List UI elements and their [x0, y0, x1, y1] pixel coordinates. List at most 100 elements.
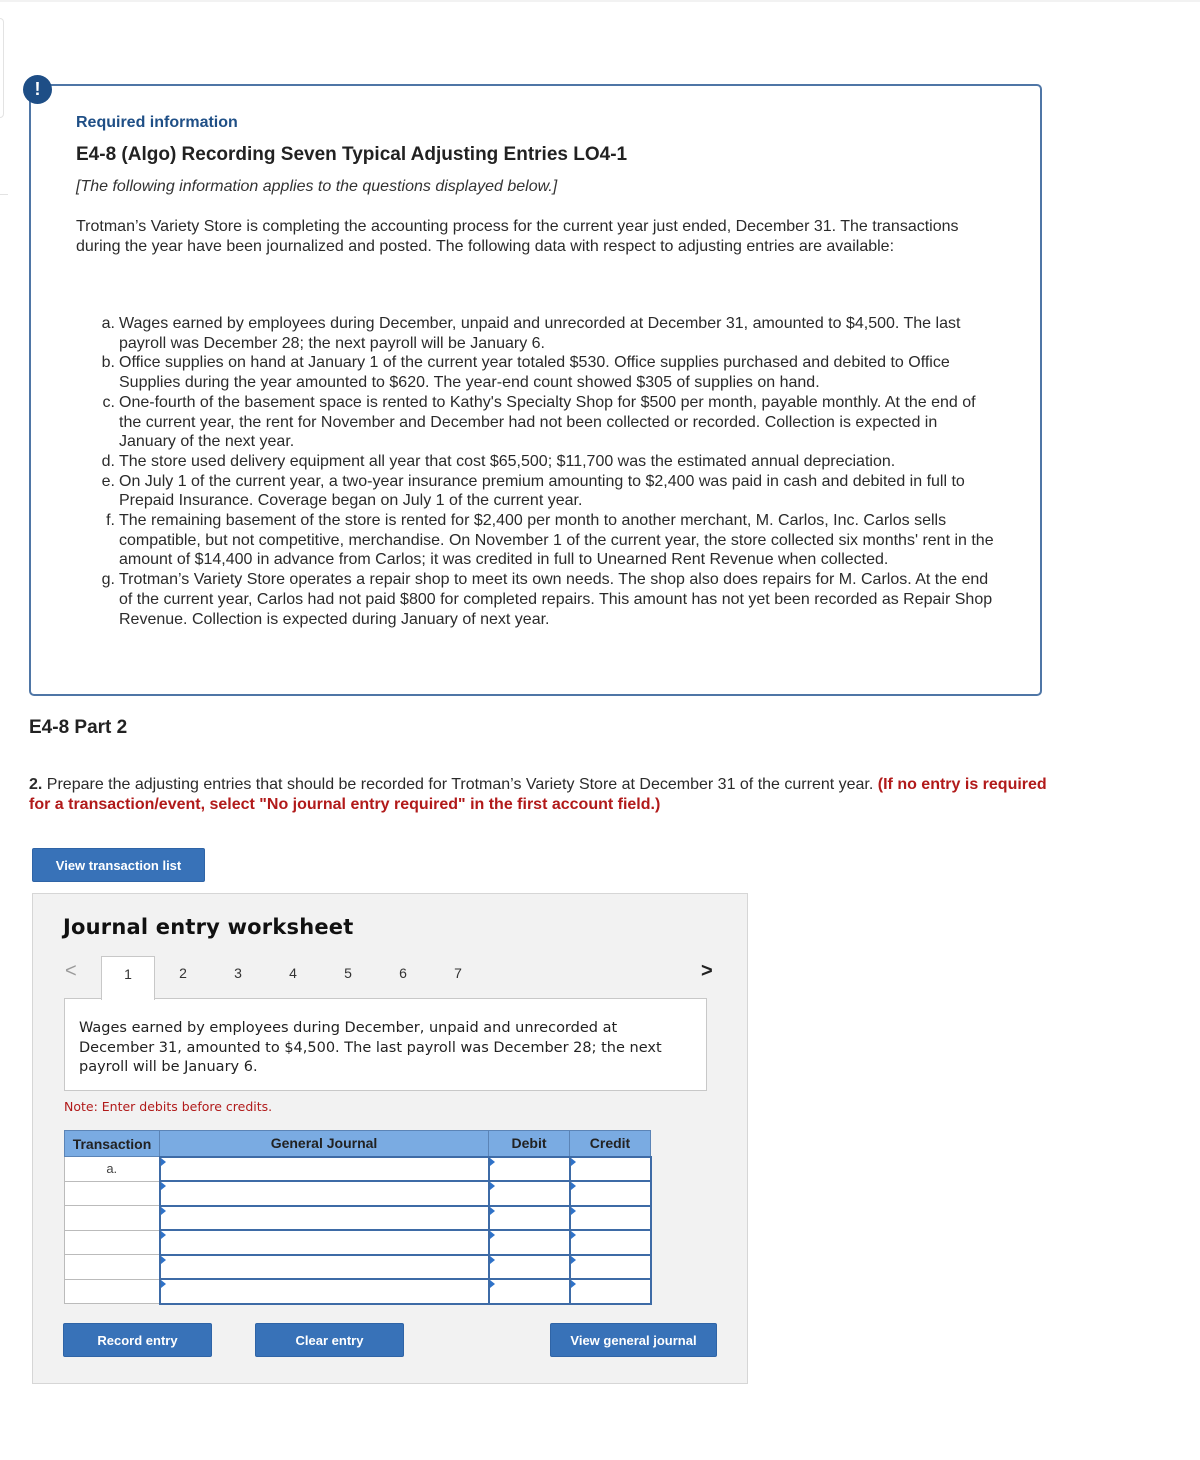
- item-text: Trotman’s Variety Store operates a repai…: [119, 571, 993, 628]
- account-input[interactable]: [158, 1180, 490, 1207]
- tab-6[interactable]: 6: [376, 956, 430, 999]
- table-row: a.: [64, 1155, 652, 1182]
- list-item: g. Trotman’s Variety Store operates a rep…: [101, 570, 996, 629]
- credit-field[interactable]: [570, 1280, 650, 1303]
- credit-input[interactable]: [568, 1155, 652, 1182]
- question-prompt: 2. Prepare the adjusting entries that sh…: [29, 775, 1049, 815]
- chevron-left-icon[interactable]: <: [65, 960, 77, 983]
- exclamation-glyph: !: [34, 79, 41, 99]
- side-panel-edge: [0, 18, 4, 118]
- debit-input[interactable]: [487, 1204, 571, 1231]
- transaction-cell: [64, 1180, 160, 1206]
- account-field[interactable]: [160, 1255, 488, 1278]
- debit-input[interactable]: [487, 1229, 571, 1256]
- transaction-cell: [64, 1278, 160, 1304]
- credit-field[interactable]: [570, 1255, 650, 1278]
- debit-field[interactable]: [489, 1231, 569, 1254]
- chevron-right-icon[interactable]: >: [701, 960, 713, 983]
- item-text: The store used delivery equipment all ye…: [119, 452, 896, 470]
- header-transaction: Transaction: [64, 1130, 160, 1157]
- account-input[interactable]: [158, 1253, 490, 1280]
- worksheet-title: Journal entry worksheet: [63, 915, 354, 939]
- debit-field[interactable]: [489, 1206, 569, 1229]
- debit-input[interactable]: [487, 1253, 571, 1280]
- item-text: Office supplies on hand at January 1 of …: [119, 354, 950, 392]
- item-label: e.: [101, 472, 115, 490]
- item-text: On July 1 of the current year, a two-yea…: [119, 472, 965, 510]
- account-field[interactable]: [160, 1206, 488, 1229]
- debit-input[interactable]: [487, 1155, 571, 1182]
- table-row: [64, 1229, 652, 1256]
- account-input[interactable]: [158, 1155, 490, 1182]
- view-transaction-list-button[interactable]: View transaction list: [32, 848, 205, 882]
- item-label: c.: [102, 393, 115, 411]
- debit-input[interactable]: [487, 1180, 571, 1207]
- transaction-items-list: a. Wages earned by employees during Decem…: [101, 314, 996, 629]
- item-text: One-fourth of the basement space is rent…: [119, 393, 976, 451]
- list-item: c. One-fourth of the basement space is re…: [101, 393, 996, 452]
- list-item: f. The remaining basement of the store is…: [101, 511, 996, 570]
- table-header-row: Transaction General Journal Debit Credit: [64, 1130, 651, 1157]
- question-number: 2.: [29, 776, 43, 793]
- view-general-journal-button[interactable]: View general journal: [550, 1323, 717, 1357]
- tab-7[interactable]: 7: [431, 956, 485, 999]
- intro-paragraph: Trotman’s Variety Store is completing th…: [76, 218, 959, 255]
- credit-input[interactable]: [568, 1278, 652, 1305]
- credit-input[interactable]: [568, 1253, 652, 1280]
- credit-field[interactable]: [570, 1206, 650, 1229]
- tab-3[interactable]: 3: [211, 956, 265, 999]
- credit-field[interactable]: [570, 1182, 650, 1205]
- account-input[interactable]: [158, 1278, 490, 1305]
- exercise-title: E4-8 (Algo) Recording Seven Typical Adju…: [76, 144, 628, 165]
- list-item: b. Office supplies on hand at January 1 o…: [101, 353, 996, 392]
- tab-2[interactable]: 2: [156, 956, 210, 999]
- table-row: [64, 1204, 652, 1231]
- debit-field[interactable]: [489, 1255, 569, 1278]
- general-journal-table: Transaction General Journal Debit Credit…: [64, 1130, 652, 1305]
- side-divider: [0, 194, 8, 195]
- list-item: e. On July 1 of the current year, a two-y…: [101, 472, 996, 511]
- transaction-cell: [64, 1229, 160, 1255]
- required-information-label: Required information: [76, 114, 238, 131]
- debit-field[interactable]: [489, 1182, 569, 1205]
- exclamation-icon: !: [23, 75, 52, 104]
- credit-field[interactable]: [570, 1157, 650, 1180]
- item-label: d.: [101, 452, 115, 470]
- account-field[interactable]: [160, 1182, 488, 1205]
- header-debit: Debit: [488, 1130, 570, 1157]
- item-text: The remaining basement of the store is r…: [119, 512, 994, 569]
- credit-input[interactable]: [568, 1180, 652, 1207]
- credit-input[interactable]: [568, 1229, 652, 1256]
- credit-field[interactable]: [570, 1231, 650, 1254]
- top-divider: [0, 0, 1200, 2]
- debit-input[interactable]: [487, 1278, 571, 1305]
- item-label: b.: [101, 354, 115, 372]
- transaction-cell: a.: [64, 1156, 160, 1182]
- debit-field[interactable]: [489, 1157, 569, 1180]
- credit-input[interactable]: [568, 1204, 652, 1231]
- transaction-cell: [64, 1205, 160, 1231]
- header-general-journal: General Journal: [159, 1130, 489, 1157]
- tab-1[interactable]: 1: [101, 956, 155, 1000]
- account-input[interactable]: [158, 1229, 490, 1256]
- part-title: E4-8 Part 2: [29, 717, 128, 738]
- transaction-cell: [64, 1254, 160, 1280]
- record-entry-button[interactable]: Record entry: [63, 1323, 212, 1357]
- tab-4[interactable]: 4: [266, 956, 320, 999]
- list-item: a. Wages earned by employees during Decem…: [101, 314, 996, 353]
- clear-entry-button[interactable]: Clear entry: [255, 1323, 404, 1357]
- applies-note: [The following information applies to th…: [76, 178, 558, 195]
- item-label: a.: [101, 315, 115, 332]
- account-field[interactable]: [160, 1231, 488, 1254]
- tab-5[interactable]: 5: [321, 956, 375, 999]
- item-label: g.: [101, 571, 115, 589]
- list-item: d. The store used delivery equipment all …: [101, 452, 996, 472]
- item-label: f.: [106, 512, 115, 530]
- account-input[interactable]: [158, 1204, 490, 1231]
- account-field[interactable]: [160, 1157, 488, 1180]
- table-row: [64, 1253, 652, 1280]
- table-row: [64, 1278, 652, 1305]
- debits-credits-note: Note: Enter debits before credits.: [64, 1099, 273, 1114]
- debit-field[interactable]: [489, 1280, 569, 1303]
- account-field[interactable]: [160, 1280, 488, 1303]
